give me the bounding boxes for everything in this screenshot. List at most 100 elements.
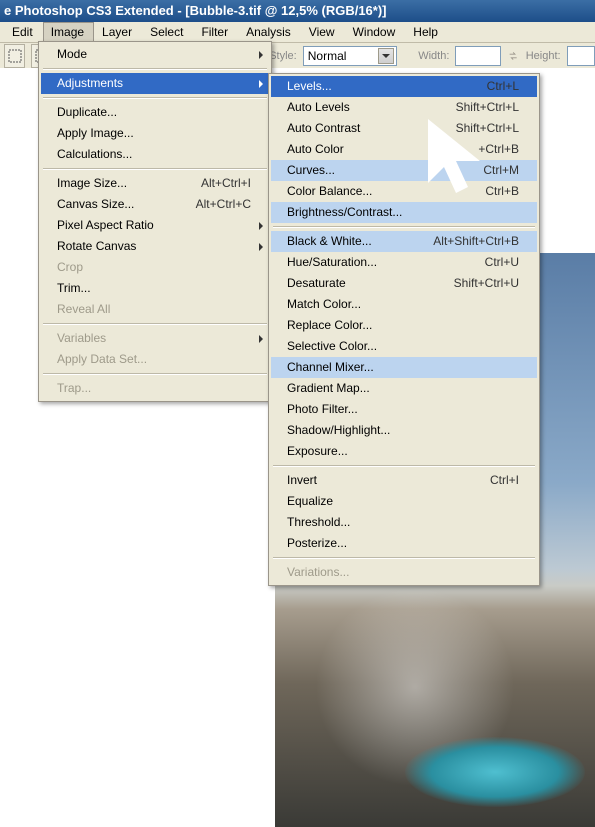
adjustments-item-brightness-contrast[interactable]: Brightness/Contrast... xyxy=(271,202,537,223)
separator xyxy=(273,465,535,467)
adjustments-item-selective-color[interactable]: Selective Color... xyxy=(271,336,537,357)
separator xyxy=(43,373,267,375)
menu-item-shortcut: Shift+Ctrl+U xyxy=(454,276,519,291)
menu-analysis[interactable]: Analysis xyxy=(238,22,301,42)
style-dropdown[interactable]: Normal xyxy=(303,46,398,66)
image-menu-item-pixel-aspect-ratio[interactable]: Pixel Aspect Ratio xyxy=(41,215,269,236)
menu-item-label: Canvas Size... xyxy=(57,197,166,212)
menu-item-label: Mode xyxy=(57,47,251,62)
menu-item-shortcut: Ctrl+B xyxy=(485,184,519,199)
adjustments-item-levels[interactable]: Levels...Ctrl+L xyxy=(271,76,537,97)
menu-window[interactable]: Window xyxy=(345,22,406,42)
menu-item-label: Levels... xyxy=(287,79,457,94)
separator xyxy=(43,323,267,325)
image-menu-item-crop: Crop xyxy=(41,257,269,278)
menu-layer[interactable]: Layer xyxy=(94,22,142,42)
menu-item-label: Auto Contrast xyxy=(287,121,426,136)
chevron-down-icon xyxy=(378,48,394,64)
marquee-tool-button[interactable] xyxy=(4,44,25,68)
adjustments-item-gradient-map[interactable]: Gradient Map... xyxy=(271,378,537,399)
menu-item-label: Color Balance... xyxy=(287,184,455,199)
menu-item-label: Reveal All xyxy=(57,302,251,317)
menu-item-label: Brightness/Contrast... xyxy=(287,205,519,220)
menu-item-label: Calculations... xyxy=(57,147,251,162)
image-menu-item-reveal-all: Reveal All xyxy=(41,299,269,320)
menu-item-label: Hue/Saturation... xyxy=(287,255,455,270)
adjustments-item-exposure[interactable]: Exposure... xyxy=(271,441,537,462)
image-menu-item-mode[interactable]: Mode xyxy=(41,44,269,65)
adjustments-item-auto-contrast[interactable]: Auto Contrast Shift+Ctrl+L xyxy=(271,118,537,139)
image-menu-item-rotate-canvas[interactable]: Rotate Canvas xyxy=(41,236,269,257)
image-menu-item-canvas-size[interactable]: Canvas Size... Alt+Ctrl+C xyxy=(41,194,269,215)
adjustments-item-threshold[interactable]: Threshold... xyxy=(271,512,537,533)
image-menu-item-image-size[interactable]: Image Size... Alt+Ctrl+I xyxy=(41,173,269,194)
adjustments-item-variations: Variations... xyxy=(271,562,537,583)
style-value: Normal xyxy=(308,49,347,63)
menu-view[interactable]: View xyxy=(301,22,345,42)
window-title: e Photoshop CS3 Extended - [Bubble-3.tif… xyxy=(0,0,595,22)
adjustments-item-match-color[interactable]: Match Color... xyxy=(271,294,537,315)
image-menu-item-variables: Variables xyxy=(41,328,269,349)
menu-item-label: Replace Color... xyxy=(287,318,519,333)
menu-item-shortcut: Ctrl+U xyxy=(485,255,519,270)
menu-edit[interactable]: Edit xyxy=(4,22,43,42)
menu-item-label: Curves... xyxy=(287,163,453,178)
menu-help[interactable]: Help xyxy=(405,22,448,42)
width-input[interactable] xyxy=(455,46,501,66)
adjustments-item-posterize[interactable]: Posterize... xyxy=(271,533,537,554)
menu-select[interactable]: Select xyxy=(142,22,193,42)
menu-item-label: Black & White... xyxy=(287,234,403,249)
image-menu-item-calculations[interactable]: Calculations... xyxy=(41,144,269,165)
separator xyxy=(43,97,267,99)
height-label: Height: xyxy=(526,50,561,62)
menu-item-label: Auto Color xyxy=(287,142,448,157)
image-menu-item-trim[interactable]: Trim... xyxy=(41,278,269,299)
adjustments-item-desaturate[interactable]: Desaturate Shift+Ctrl+U xyxy=(271,273,537,294)
adjustments-item-shadow-highlight[interactable]: Shadow/Highlight... xyxy=(271,420,537,441)
adjustments-item-auto-color[interactable]: Auto Color +Ctrl+B xyxy=(271,139,537,160)
height-input[interactable] xyxy=(567,46,595,66)
separator xyxy=(43,68,267,70)
menu-bar: Edit Image Layer Select Filter Analysis … xyxy=(0,22,595,43)
adjustments-item-photo-filter[interactable]: Photo Filter... xyxy=(271,399,537,420)
menu-item-label: Gradient Map... xyxy=(287,381,519,396)
adjustments-item-channel-mixer[interactable]: Channel Mixer... xyxy=(271,357,537,378)
menu-item-label: Posterize... xyxy=(287,536,519,551)
menu-item-shortcut: Alt+Ctrl+I xyxy=(201,176,251,191)
style-label: Style: xyxy=(269,50,297,62)
menu-item-label: Variations... xyxy=(287,565,519,580)
adjustments-item-hue-saturation[interactable]: Hue/Saturation... Ctrl+U xyxy=(271,252,537,273)
adjustments-item-auto-levels[interactable]: Auto LevelsShift+Ctrl+L xyxy=(271,97,537,118)
menu-item-label: Invert xyxy=(287,473,460,488)
menu-item-label: Exposure... xyxy=(287,444,519,459)
menu-image[interactable]: Image xyxy=(43,22,94,42)
adjustments-menu-panel: Levels...Ctrl+LAuto LevelsShift+Ctrl+LAu… xyxy=(268,73,540,586)
image-menu-panel: Mode Adjustments Duplicate... Apply Image..… xyxy=(38,41,272,402)
image-menu-item-apply-data-set: Apply Data Set... xyxy=(41,349,269,370)
adjustments-item-invert[interactable]: InvertCtrl+I xyxy=(271,470,537,491)
menu-item-shortcut: Alt+Ctrl+C xyxy=(196,197,251,212)
separator xyxy=(273,557,535,559)
menu-item-label: Desaturate xyxy=(287,276,424,291)
menu-item-shortcut: Shift+Ctrl+L xyxy=(456,121,519,136)
menu-item-label: Pixel Aspect Ratio xyxy=(57,218,251,233)
image-menu-item-adjustments[interactable]: Adjustments xyxy=(41,73,269,94)
menu-item-label: Apply Data Set... xyxy=(57,352,251,367)
width-label: Width: xyxy=(418,50,449,62)
menu-item-label: Trim... xyxy=(57,281,251,296)
menu-item-label: Adjustments xyxy=(57,76,251,91)
image-menu-item-duplicate[interactable]: Duplicate... xyxy=(41,102,269,123)
menu-item-label: Duplicate... xyxy=(57,105,251,120)
adjustments-item-curves[interactable]: Curves...Ctrl+M xyxy=(271,160,537,181)
adjustments-item-replace-color[interactable]: Replace Color... xyxy=(271,315,537,336)
image-menu-item-apply-image[interactable]: Apply Image... xyxy=(41,123,269,144)
menu-item-label: Threshold... xyxy=(287,515,519,530)
adjustments-item-color-balance[interactable]: Color Balance... Ctrl+B xyxy=(271,181,537,202)
menu-item-shortcut: Alt+Shift+Ctrl+B xyxy=(433,234,519,249)
adjustments-item-equalize[interactable]: Equalize xyxy=(271,491,537,512)
menu-item-label: Match Color... xyxy=(287,297,519,312)
menu-filter[interactable]: Filter xyxy=(193,22,238,42)
menu-item-shortcut: +Ctrl+B xyxy=(478,142,519,157)
adjustments-item-black-white[interactable]: Black & White... Alt+Shift+Ctrl+B xyxy=(271,231,537,252)
menu-item-label: Image Size... xyxy=(57,176,171,191)
